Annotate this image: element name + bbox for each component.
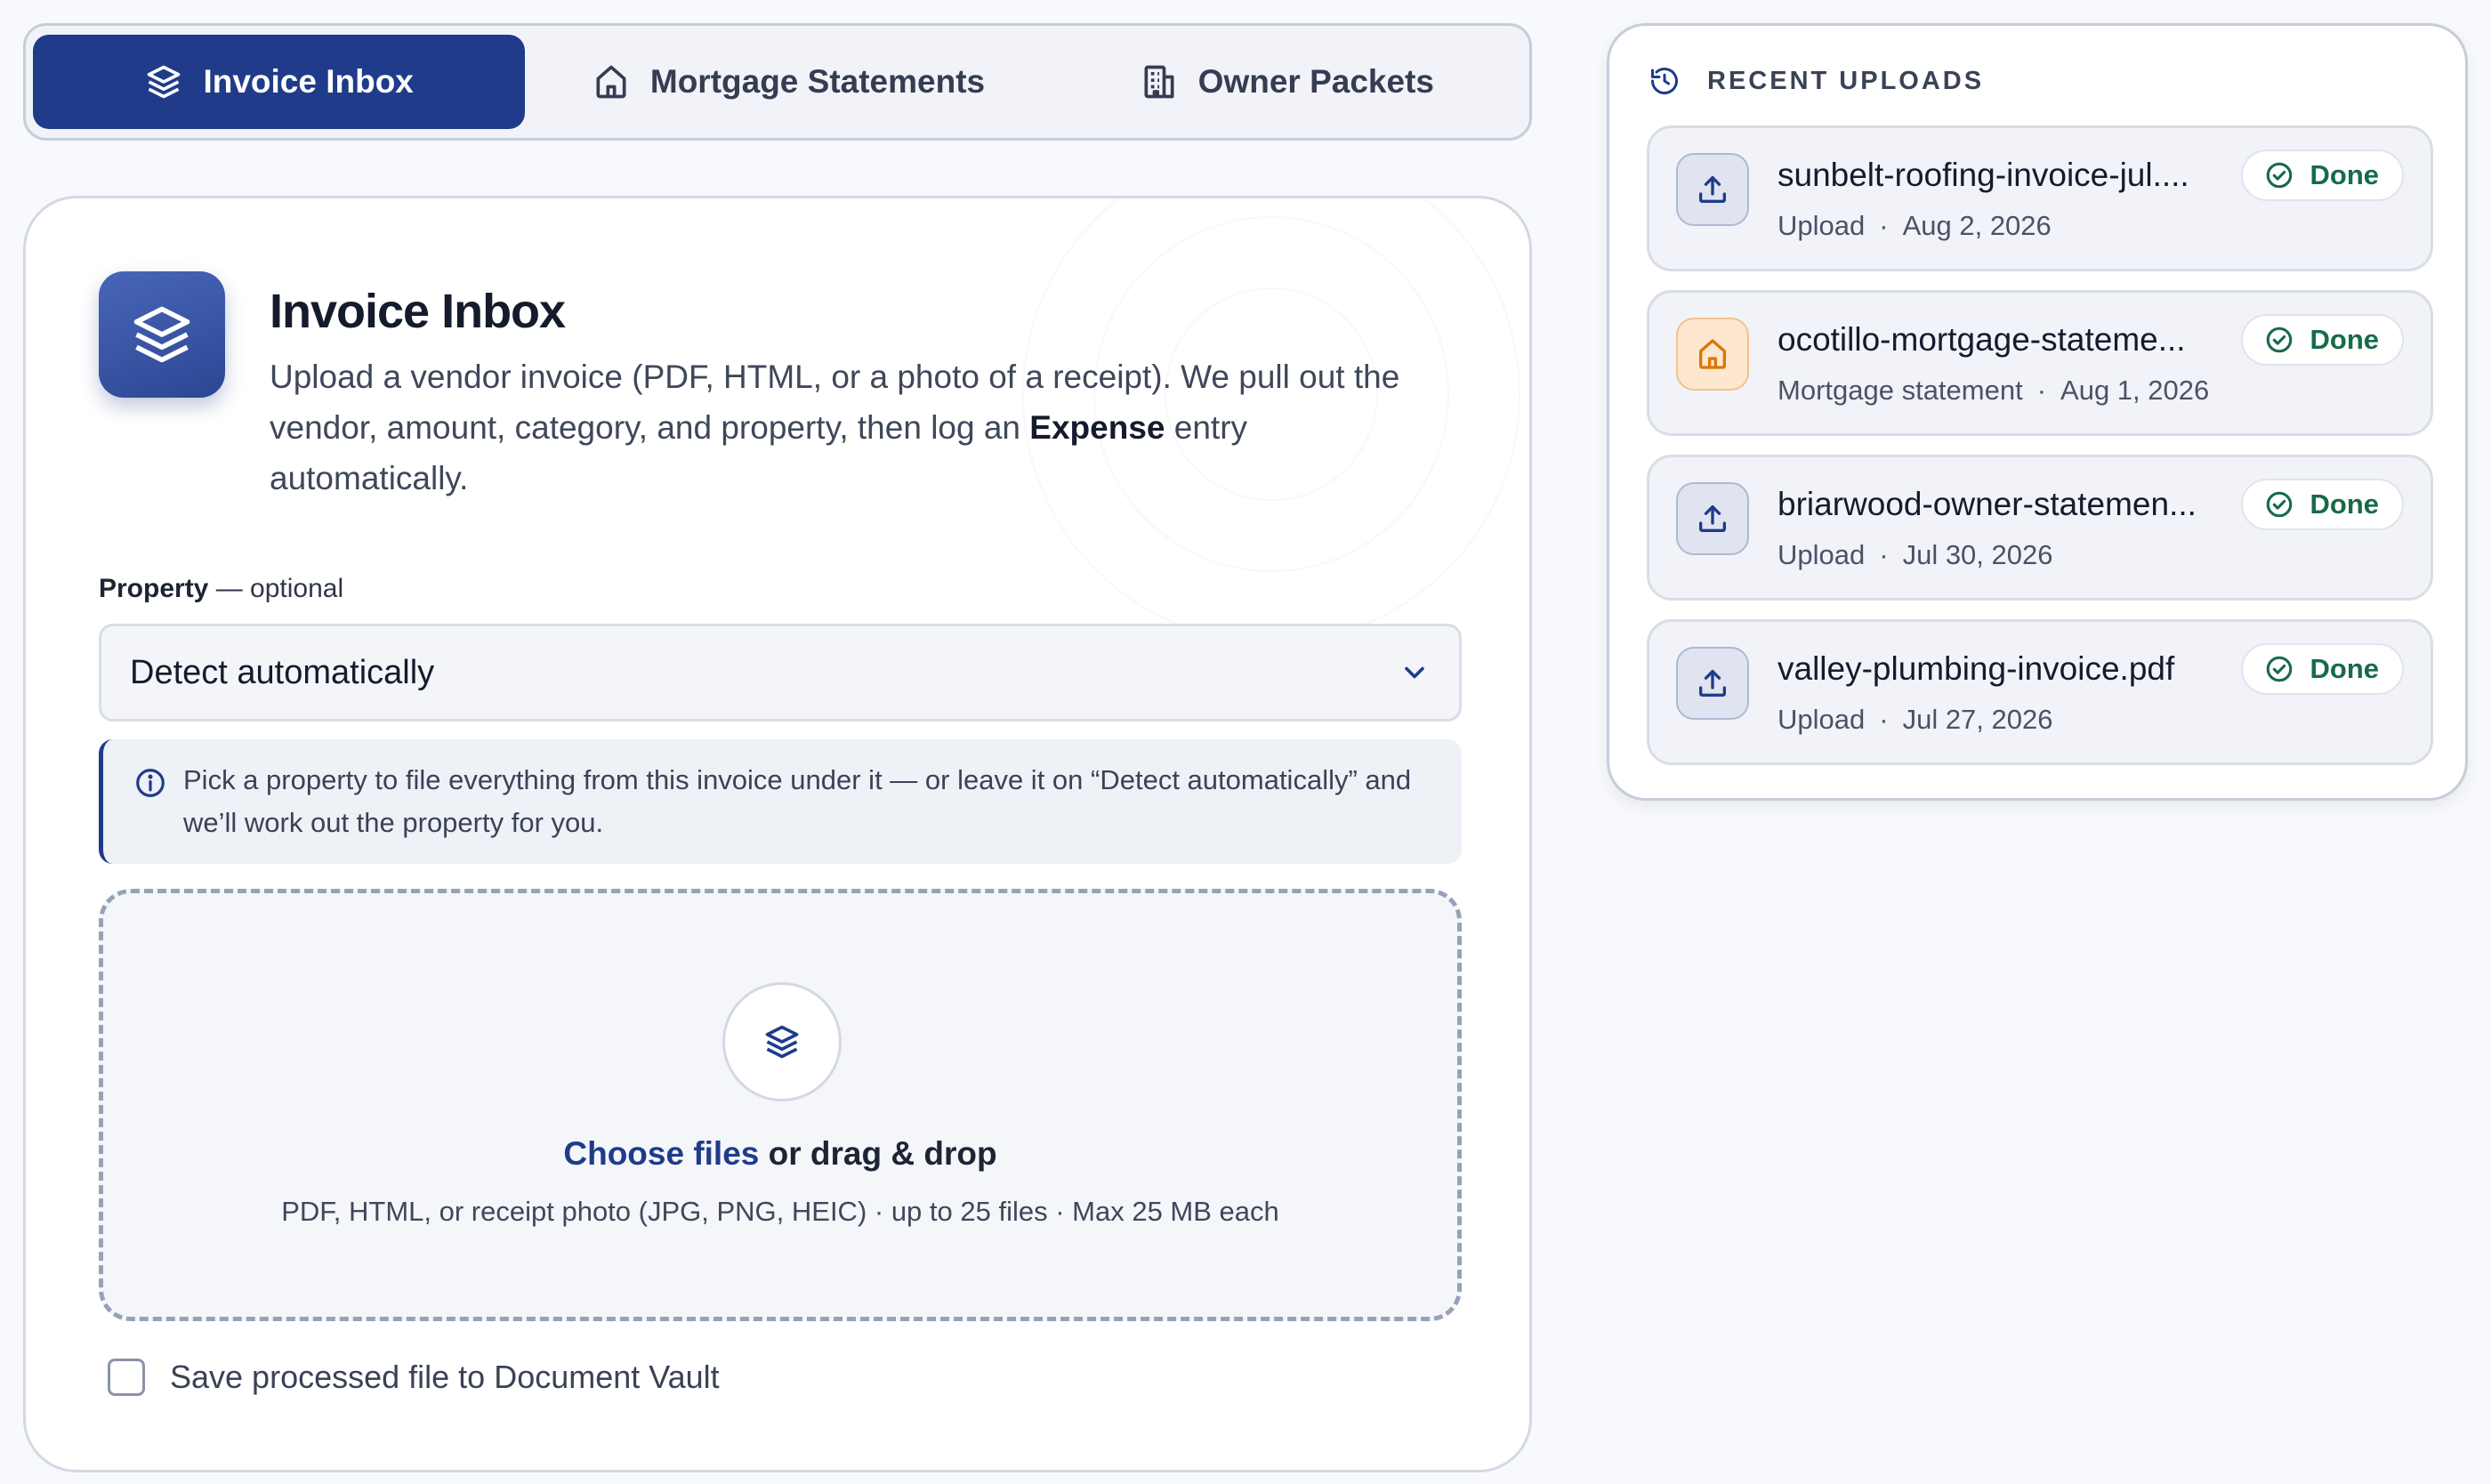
building-icon xyxy=(1140,62,1179,101)
property-info-callout: Pick a property to file everything from … xyxy=(99,739,1462,864)
chevron-down-icon xyxy=(1399,657,1431,689)
layers-icon xyxy=(765,1025,799,1059)
upload-icon xyxy=(1676,153,1749,226)
layers-icon xyxy=(144,62,183,101)
property-field-label: Property — optional xyxy=(99,574,343,604)
status-label: Done xyxy=(2310,324,2380,355)
recent-uploads-panel: RECENT UPLOADS sunbelt-roofing-invoice-j… xyxy=(1607,23,2468,801)
property-select[interactable]: Detect automatically xyxy=(99,624,1462,722)
status-badge: Done xyxy=(2240,149,2404,201)
save-to-vault-checkbox[interactable] xyxy=(108,1359,145,1396)
status-badge: Done xyxy=(2240,479,2404,530)
upload-meta: Upload · Jul 27, 2026 xyxy=(1778,704,2053,735)
property-select-value: Detect automatically xyxy=(130,653,435,691)
tab-label: Invoice Inbox xyxy=(203,63,414,100)
status-label: Done xyxy=(2310,653,2380,684)
check-circle-icon xyxy=(2264,325,2294,355)
recent-uploads-header: RECENT UPLOADS xyxy=(1649,65,1984,97)
save-to-vault-row[interactable]: Save processed file to Document Vault xyxy=(108,1359,720,1396)
history-icon xyxy=(1649,65,1681,97)
upload-meta: Mortgage statement · Aug 1, 2026 xyxy=(1778,375,2210,406)
optional-label: — optional xyxy=(208,574,344,603)
tab-label: Owner Packets xyxy=(1197,63,1434,100)
upload-date: Aug 2, 2026 xyxy=(1902,210,2052,241)
check-circle-icon xyxy=(2264,654,2294,684)
upload-type: Upload xyxy=(1778,704,1866,735)
upload-type: Upload xyxy=(1778,539,1866,570)
upload-meta: Upload · Jul 30, 2026 xyxy=(1778,539,2053,570)
recent-uploads-title: RECENT UPLOADS xyxy=(1707,66,1985,95)
upload-meta: Upload · Aug 2, 2026 xyxy=(1778,210,2052,241)
status-label: Done xyxy=(2310,159,2380,190)
home-icon xyxy=(592,62,631,101)
tab-mortgage-statements[interactable]: Mortgage Statements xyxy=(525,35,1051,129)
tab-invoice-inbox[interactable]: Invoice Inbox xyxy=(33,35,526,129)
page-description: Upload a vendor invoice (PDF, HTML, or a… xyxy=(270,351,1453,504)
expense-keyword: Expense xyxy=(1029,409,1165,446)
status-label: Done xyxy=(2310,488,2380,520)
upload-type-tabs: Invoice Inbox Mortgage Statements Owner … xyxy=(23,23,1532,141)
page-title: Invoice Inbox xyxy=(270,285,566,338)
recent-upload-item[interactable]: briarwood-owner-statemen... Upload · Jul 3… xyxy=(1647,455,2433,601)
invoice-inbox-card: Invoice Inbox Upload a vendor invoice (P… xyxy=(23,196,1532,1472)
upload-icon xyxy=(1676,482,1749,555)
recent-upload-item[interactable]: valley-plumbing-invoice.pdf Upload · Jul 2… xyxy=(1647,619,2433,765)
status-badge: Done xyxy=(2240,643,2404,695)
upload-icon xyxy=(1676,647,1749,720)
property-label: Property xyxy=(99,574,209,603)
tab-owner-packets[interactable]: Owner Packets xyxy=(1052,35,1522,129)
choose-files-link[interactable]: Choose files xyxy=(563,1135,759,1172)
upload-date: Jul 27, 2026 xyxy=(1902,704,2053,735)
dropzone-icon xyxy=(722,982,842,1101)
file-dropzone[interactable]: Choose files or drag & drop PDF, HTML, o… xyxy=(99,889,1462,1321)
check-circle-icon xyxy=(2264,489,2294,520)
upload-type: Upload xyxy=(1778,210,1866,241)
recent-upload-item[interactable]: sunbelt-roofing-invoice-jul.... Upload · A… xyxy=(1647,125,2433,271)
upload-file-name: briarwood-owner-statemen... xyxy=(1778,486,2197,522)
upload-file-name: ocotillo-mortgage-stateme... xyxy=(1778,321,2186,358)
layers-icon xyxy=(133,306,190,363)
info-text: Pick a property to file everything from … xyxy=(183,764,1412,838)
dropzone-prompt: Choose files or drag & drop xyxy=(103,1135,1457,1173)
check-circle-icon xyxy=(2264,160,2294,190)
upload-type: Mortgage statement xyxy=(1778,375,2023,406)
upload-date: Jul 30, 2026 xyxy=(1902,539,2053,570)
status-badge: Done xyxy=(2240,314,2404,366)
tab-label: Mortgage Statements xyxy=(649,63,986,100)
recent-upload-item[interactable]: ocotillo-mortgage-stateme... Mortgage st… xyxy=(1647,290,2433,436)
upload-file-name: valley-plumbing-invoice.pdf xyxy=(1778,650,2175,687)
home-icon xyxy=(1676,318,1749,391)
drag-drop-text: or drag & drop xyxy=(759,1135,997,1172)
save-to-vault-label: Save processed file to Document Vault xyxy=(170,1359,720,1395)
upload-file-name: sunbelt-roofing-invoice-jul.... xyxy=(1778,157,2189,193)
invoice-inbox-app-icon xyxy=(99,271,225,398)
upload-date: Aug 1, 2026 xyxy=(2060,375,2210,406)
dropzone-hint: PDF, HTML, or receipt photo (JPG, PNG, H… xyxy=(281,1196,1279,1227)
